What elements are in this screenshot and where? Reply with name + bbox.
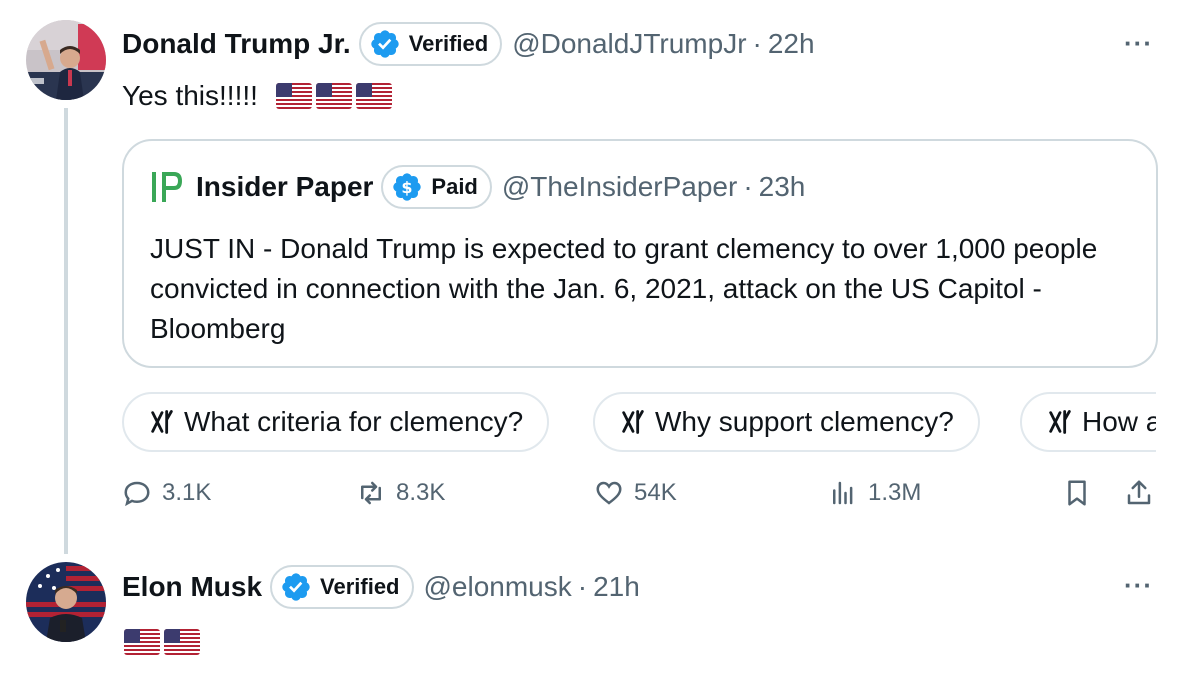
grok-prompt-row: What criteria for clemency? Why support … [122, 392, 1156, 454]
reply-count: 3.1K [162, 479, 212, 506]
us-flag-icon [124, 629, 160, 655]
repost-icon [361, 481, 381, 505]
grok-prompt-button[interactable]: How a [1020, 392, 1156, 452]
author-handle[interactable]: @DonaldJTrumpJr [512, 28, 746, 60]
tweet-action-bar: 3.1K 8.3K 54K 1.3M [122, 478, 1162, 518]
views-button[interactable]: 1.3M [828, 478, 921, 508]
tweet-text: Yes this!!!!! [122, 78, 392, 114]
author-name[interactable]: Elon Musk [122, 571, 262, 603]
verified-badge-icon [282, 573, 310, 601]
view-count: 1.3M [868, 479, 922, 506]
share-icon [1127, 480, 1151, 505]
us-flag-icon [355, 83, 392, 109]
separator-dot: · [743, 171, 753, 202]
grok-icon [151, 410, 173, 434]
thread-connector-line [64, 108, 68, 554]
reply-button[interactable]: 3.1K [122, 478, 211, 508]
more-icon[interactable]: ··· [1124, 570, 1153, 601]
views-icon [833, 481, 853, 505]
grok-icon [1049, 410, 1071, 434]
grok-prompt-button[interactable]: What criteria for clemency? [122, 392, 550, 452]
author-name[interactable]: Donald Trump Jr. [122, 28, 351, 60]
tweet-header: Donald Trump Jr. Verified @DonaldJTrumpJ… [122, 22, 815, 66]
verified-badge-icon [371, 30, 399, 58]
verified-badge[interactable]: Verified [358, 22, 503, 66]
tweet-timestamp[interactable]: 21h [593, 571, 640, 603]
avatar-elon-musk[interactable] [26, 562, 106, 642]
badge-label: Verified [408, 31, 489, 56]
tweet-text [120, 626, 200, 658]
like-button[interactable]: 54K [594, 478, 677, 508]
grok-prompt-label: Why support clemency? [655, 406, 954, 437]
like-count: 54K [634, 479, 677, 506]
repost-button[interactable]: 8.3K [356, 478, 445, 508]
grok-prompt-label: How a [1082, 406, 1156, 437]
grok-prompt-button[interactable]: Why support clemency? [593, 392, 980, 452]
badge-label: Paid [431, 174, 478, 199]
us-flag-icon [164, 629, 200, 655]
us-flag-icon [315, 83, 352, 109]
reply-icon [124, 481, 150, 507]
paid-badge-icon: $ [393, 173, 422, 201]
grok-prompt-label: What criteria for clemency? [184, 406, 524, 437]
quoted-author-handle[interactable]: @TheInsiderPaper [502, 171, 737, 203]
paid-badge[interactable]: $ Paid [381, 165, 492, 209]
us-flag-icon [275, 83, 312, 109]
quoted-tweet-card[interactable]: Insider Paper $ Paid @TheInsiderPaper · … [122, 139, 1158, 368]
quoted-tweet-timestamp[interactable]: 23h [759, 171, 806, 203]
bookmark-icon [1068, 480, 1086, 506]
avatar-donald-trump-jr[interactable] [26, 20, 106, 100]
quoted-tweet-text: JUST IN - Donald Trump is expected to gr… [150, 233, 1098, 344]
like-icon [596, 481, 622, 505]
grok-icon [622, 410, 644, 434]
separator-dot: · [577, 571, 588, 602]
verified-badge[interactable]: Verified [270, 565, 414, 609]
quoted-tweet-header: Insider Paper $ Paid @TheInsiderPaper · … [150, 165, 805, 209]
insider-paper-logo-icon[interactable] [150, 170, 186, 204]
quoted-author-name[interactable]: Insider Paper [196, 171, 373, 203]
more-icon[interactable]: ··· [1124, 28, 1153, 59]
tweet-header: Elon Musk Verified @elonmusk · 21h [122, 565, 640, 609]
tweet-body: Yes this!!!!! [122, 80, 258, 111]
separator-dot: · [752, 28, 762, 59]
author-handle[interactable]: @elonmusk [424, 571, 572, 603]
tweet-timestamp[interactable]: 22h [768, 28, 815, 60]
repost-count: 8.3K [396, 479, 446, 506]
share-button[interactable] [1124, 478, 1154, 508]
svg-text:$: $ [402, 178, 413, 197]
bookmark-button[interactable] [1062, 478, 1092, 508]
badge-label: Verified [320, 574, 400, 599]
